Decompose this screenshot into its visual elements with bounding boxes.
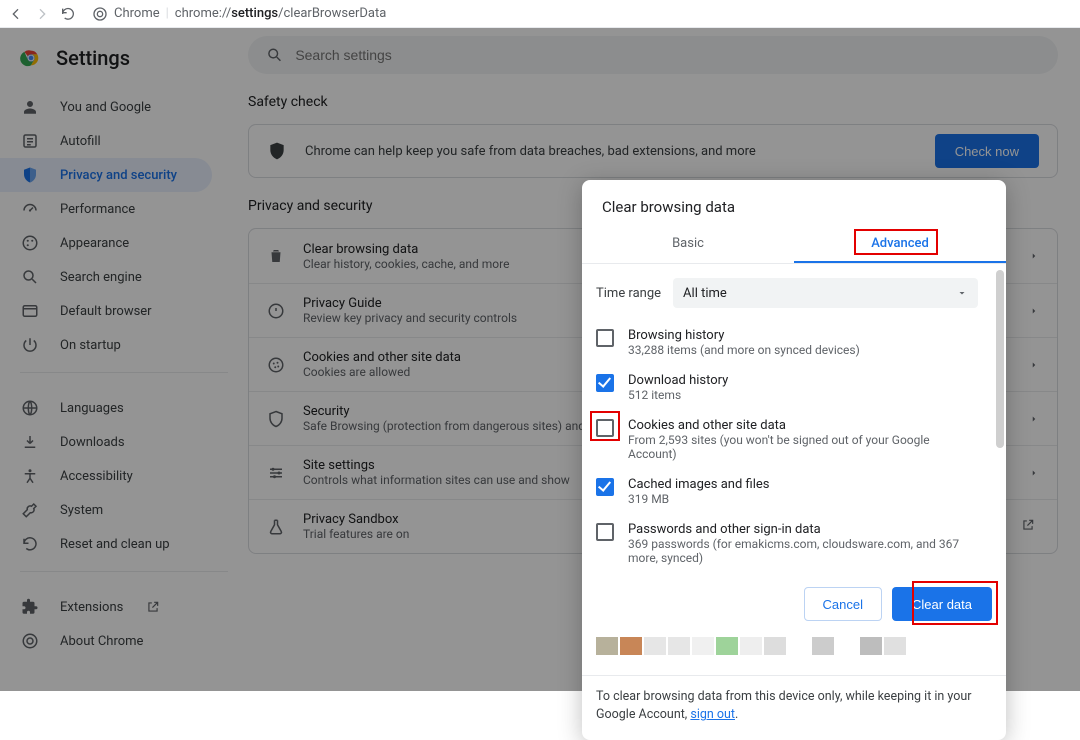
url-text: chrome://settings/clearBrowserData bbox=[175, 6, 387, 21]
forward-button[interactable] bbox=[34, 6, 50, 22]
checkbox-sublabel: 33,288 items (and more on synced devices… bbox=[628, 343, 860, 357]
checkbox[interactable] bbox=[596, 478, 614, 496]
checkbox[interactable] bbox=[596, 374, 614, 392]
dialog-tabs: Basic Advanced bbox=[582, 224, 1006, 264]
checkbox-row-cached-images-and-files: Cached images and files319 MB bbox=[596, 471, 996, 516]
checkbox-label: Cookies and other site data bbox=[628, 418, 978, 433]
checkbox-label: Passwords and other sign-in data bbox=[628, 522, 978, 537]
chrome-site-icon bbox=[92, 6, 108, 22]
browser-toolbar: Chrome | chrome://settings/clearBrowserD… bbox=[0, 0, 1080, 28]
tab-basic[interactable]: Basic bbox=[582, 224, 794, 263]
back-button[interactable] bbox=[8, 6, 24, 22]
checkbox-row-passwords-and-other-sign-in-data: Passwords and other sign-in data369 pass… bbox=[596, 516, 996, 575]
account-avatars-blurred bbox=[596, 637, 992, 665]
dialog-scrollbar[interactable] bbox=[996, 270, 1004, 448]
checkbox-row-cookies-and-other-site-data: Cookies and other site dataFrom 2,593 si… bbox=[596, 412, 996, 471]
checkbox-sublabel: From 2,593 sites (you won't be signed ou… bbox=[628, 433, 978, 461]
tab-advanced[interactable]: Advanced bbox=[794, 224, 1006, 263]
checkbox[interactable] bbox=[596, 329, 614, 347]
clear-data-button[interactable]: Clear data bbox=[892, 587, 992, 621]
checkbox-label: Browsing history bbox=[628, 328, 860, 343]
checkbox-label: Download history bbox=[628, 373, 728, 388]
sign-out-link[interactable]: sign out bbox=[690, 707, 735, 722]
url-app-label: Chrome bbox=[114, 6, 160, 21]
clear-browsing-data-dialog: Clear browsing data Basic Advanced Time … bbox=[582, 180, 1006, 740]
dialog-footer: To clear browsing data from this device … bbox=[582, 675, 1006, 740]
checkbox-row-download-history: Download history512 items bbox=[596, 367, 996, 412]
time-range-value: All time bbox=[683, 286, 727, 301]
checkbox-sublabel: 512 items bbox=[628, 388, 728, 402]
time-range-label: Time range bbox=[596, 286, 661, 301]
dialog-title: Clear browsing data bbox=[582, 180, 1006, 224]
checkbox-row-browsing-history: Browsing history33,288 items (and more o… bbox=[596, 322, 996, 367]
cancel-button[interactable]: Cancel bbox=[804, 587, 882, 621]
checkbox-sublabel: 369 passwords (for emakicms.com, cloudsw… bbox=[628, 537, 978, 565]
time-range-select[interactable]: All time bbox=[673, 278, 978, 308]
chevron-down-icon bbox=[956, 287, 968, 299]
checkbox[interactable] bbox=[596, 419, 614, 437]
address-bar[interactable]: Chrome | chrome://settings/clearBrowserD… bbox=[92, 6, 386, 22]
checkbox-label: Cached images and files bbox=[628, 477, 769, 492]
checkbox[interactable] bbox=[596, 523, 614, 541]
reload-button[interactable] bbox=[60, 6, 76, 22]
checkbox-sublabel: 319 MB bbox=[628, 492, 769, 506]
